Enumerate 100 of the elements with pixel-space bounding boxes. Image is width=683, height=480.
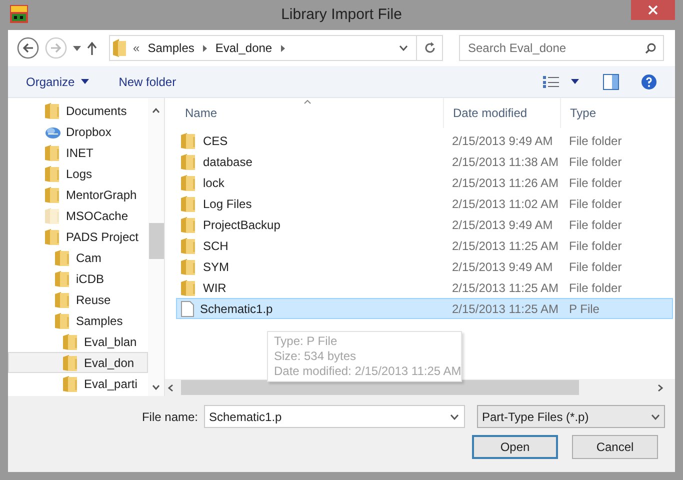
file-name: Schematic1.p [200, 300, 273, 318]
type-cell-text: File folder [568, 216, 622, 234]
folder-icon [181, 280, 197, 296]
folder-icon [55, 270, 71, 286]
date-cell-text: 2/15/2013 11:25 AM [451, 280, 560, 296]
file-row[interactable]: SCH 2/15/2013 11:25 AM File folder [176, 235, 673, 256]
chevron-right-icon[interactable] [281, 44, 286, 52]
tree-item[interactable]: Eval_parti [8, 373, 148, 394]
scroll-up-icon[interactable] [152, 108, 160, 113]
date-cell-text: 2/15/2013 11:25 AM [451, 238, 560, 254]
file-name: database [203, 154, 252, 170]
scroll-down-icon[interactable] [152, 385, 160, 390]
tree-item[interactable]: Reuse [8, 289, 148, 310]
tree-item[interactable]: MSOCache [8, 205, 148, 226]
tree-item[interactable]: Cam [8, 247, 148, 268]
type-cell-text: P File [568, 300, 600, 318]
file-name-label: File name: [140, 408, 198, 426]
tree-item[interactable]: Samples [8, 310, 148, 331]
close-icon [648, 5, 658, 15]
dropdown-icon[interactable] [73, 46, 81, 50]
preview-pane-icon[interactable] [603, 74, 619, 90]
tree-item[interactable]: Eval_blan [8, 331, 148, 352]
view-list-icon[interactable] [543, 76, 559, 88]
file-name: WIR [203, 280, 226, 296]
scroll-right-icon[interactable] [658, 384, 663, 392]
file-name-field[interactable]: Schematic1.p [204, 405, 465, 428]
file-name: CES [203, 132, 228, 150]
file-type-dropdown[interactable]: Part-Type Files (*.p) [477, 405, 665, 428]
tooltip: Type: P File Size: 534 bytes Date modified: 2/15/2013 11:25 AM [267, 331, 462, 382]
refresh-icon[interactable] [424, 42, 436, 54]
file-row[interactable]: database 2/15/2013 11:38 AM File folder [176, 151, 673, 172]
tree-item[interactable]: INET [8, 142, 148, 163]
organize-button[interactable]: Organize [26, 72, 89, 90]
open-button[interactable]: Open [472, 435, 558, 459]
file-row[interactable]: lock 2/15/2013 11:26 AM File folder [176, 172, 673, 193]
file-row[interactable]: SYM 2/15/2013 9:49 AM File folder [176, 256, 673, 277]
file-row[interactable]: CES 2/15/2013 9:49 AM File folder [176, 130, 673, 151]
tree-item[interactable]: PADS Project [8, 226, 148, 247]
tree-item[interactable]: iCDB [8, 268, 148, 289]
breadcrumb[interactable]: Eval_done [215, 39, 272, 57]
folder-icon [45, 144, 61, 160]
document-icon [181, 300, 194, 316]
type-cell-text: File folder [568, 132, 622, 150]
tree-item[interactable]: Documents [8, 100, 148, 121]
window-title: Library Import File [281, 4, 402, 25]
new-folder-button[interactable]: New folder [118, 72, 176, 90]
chevron-right-icon[interactable] [203, 44, 208, 52]
chevron-down-icon[interactable] [399, 45, 408, 51]
tree-item[interactable]: MentorGraph [8, 184, 148, 205]
close-button[interactable] [631, 0, 675, 20]
file-row[interactable]: WIR 2/15/2013 11:25 AM File folder [176, 277, 673, 298]
file-row[interactable]: ProjectBackup 2/15/2013 9:49 AM File folder [176, 214, 673, 235]
date-cell-text: 2/15/2013 11:38 AM [451, 154, 560, 170]
folder-icon [181, 258, 197, 274]
horizontal-scrollbar[interactable] [165, 379, 675, 396]
breadcrumb[interactable]: Samples [148, 39, 194, 57]
dropdown-icon[interactable] [571, 79, 579, 84]
folder-icon [113, 39, 127, 57]
folder-icon [63, 354, 79, 370]
type-cell-text: File folder [568, 280, 622, 296]
search-field[interactable]: Search Eval_done [459, 35, 664, 61]
folder-icon [181, 154, 197, 170]
folder-icon [181, 196, 197, 212]
file-name: SCH [203, 238, 228, 254]
folder-icon [55, 292, 71, 308]
type-cell-text: File folder [568, 196, 622, 212]
cancel-button[interactable]: Cancel [572, 435, 658, 459]
help-icon[interactable] [641, 74, 657, 90]
chevron-down-icon[interactable] [450, 414, 459, 420]
overflow-chevron[interactable]: « [133, 39, 140, 57]
type-cell-text: File folder [568, 258, 622, 276]
column-header[interactable]: Type [560, 98, 675, 128]
date-cell-text: 2/15/2013 9:49 AM [451, 258, 554, 276]
file-row[interactable]: Schematic1.p 2/15/2013 11:25 AM P File [176, 298, 673, 319]
tree-item[interactable]: Dropbox [8, 121, 148, 142]
tree-item[interactable]: Logs [8, 163, 148, 184]
date-cell-text: 2/15/2013 9:49 AM [451, 216, 554, 234]
back-icon[interactable] [17, 37, 39, 59]
column-header[interactable]: Name [165, 98, 443, 128]
date-cell-text: 2/15/2013 11:25 AM [451, 300, 560, 318]
file-name: ProjectBackup [203, 216, 280, 234]
scroll-thumb[interactable] [181, 380, 579, 395]
scroll-thumb[interactable] [148, 223, 164, 259]
folder-icon [45, 228, 61, 244]
date-cell-text: 2/15/2013 11:02 AM [451, 196, 560, 212]
type-cell-text: File folder [568, 238, 622, 254]
column-header[interactable]: Date modified [443, 98, 560, 128]
app-icon [10, 5, 28, 23]
address-bar[interactable]: « Samples Eval_done [109, 35, 443, 61]
folder-icon [181, 238, 197, 254]
tree-item[interactable]: Eval_don [8, 352, 148, 373]
scrollbar[interactable] [148, 98, 164, 396]
up-arrow-icon[interactable] [87, 42, 97, 54]
date-cell-text: 2/15/2013 11:26 AM [451, 174, 560, 192]
file-row[interactable]: Log Files 2/15/2013 11:02 AM File folder [176, 193, 673, 214]
file-name: Log Files [203, 196, 252, 212]
scroll-left-icon[interactable] [168, 384, 173, 392]
folder-icon [181, 174, 197, 190]
folder-icon [181, 216, 197, 232]
search-icon [645, 43, 656, 54]
